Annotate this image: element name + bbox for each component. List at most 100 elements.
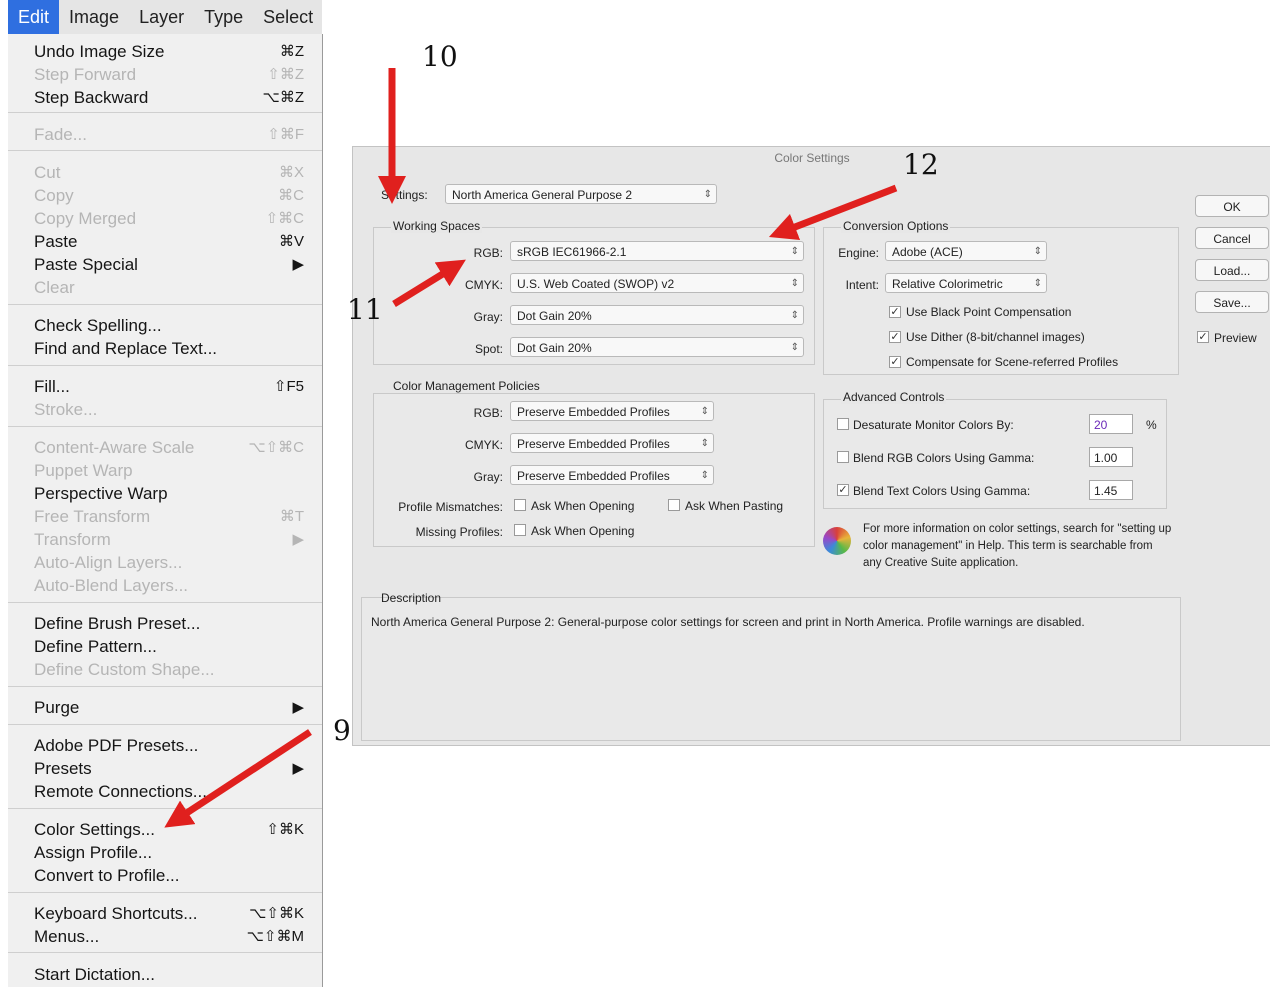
menu-item-label: Start Dictation... <box>34 965 155 984</box>
blend-text-checkbox[interactable]: ✓ <box>837 484 849 496</box>
menu-item-shortcut: ⌥⇧⌘K <box>249 905 304 922</box>
select-arrow-icon: ⇕ <box>790 246 799 257</box>
edit-menu-item[interactable]: Presets ▶ <box>34 757 314 780</box>
save-button[interactable]: Save... <box>1195 291 1269 313</box>
edit-menu-item[interactable]: Paste Special ▶ <box>34 253 314 276</box>
blend-rgb-input[interactable]: 1.00 <box>1089 447 1133 467</box>
menu-separator <box>8 602 322 603</box>
edit-menu-item[interactable]: Start Dictation... <box>34 963 314 986</box>
edit-menu-item[interactable]: Paste ⌘V <box>34 230 314 253</box>
menu-layer[interactable]: Layer <box>129 0 194 34</box>
menu-image[interactable]: Image <box>59 0 129 34</box>
edit-menu-item[interactable]: Step Backward ⌥⌘Z <box>34 86 314 109</box>
menu-item-label: Content-Aware Scale <box>34 438 195 457</box>
menu-item-shortcut: ⇧⌘Z <box>267 66 304 83</box>
policy-gray-select[interactable]: Preserve Embedded Profiles ⇕ <box>510 465 714 485</box>
menu-item-shortcut: ⌥⌘Z <box>262 89 304 106</box>
edit-menu-item[interactable]: Keyboard Shortcuts... ⌥⇧⌘K <box>34 902 314 925</box>
ask-pasting-label: Ask When Pasting <box>685 499 784 513</box>
menu-item-shortcut: ⌥⇧⌘M <box>246 928 304 945</box>
ask-opening-missing-label: Ask When Opening <box>531 524 635 538</box>
policies-title: Color Management Policies <box>391 379 542 393</box>
edit-menu-item[interactable]: Check Spelling... <box>34 314 314 337</box>
edit-menu-item: Transform ▶ <box>34 528 314 551</box>
menu-item-shortcut: ⌥⇧⌘C <box>248 439 304 456</box>
select-arrow-icon: ⇕ <box>790 310 799 321</box>
menu-select[interactable]: Select <box>253 0 323 34</box>
desaturate-checkbox[interactable] <box>837 418 849 430</box>
menu-item-label: Copy Merged <box>34 209 137 228</box>
ws-gray-select[interactable]: Dot Gain 20% ⇕ <box>510 305 804 325</box>
intent-select[interactable]: Relative Colorimetric ⇕ <box>885 273 1047 293</box>
edit-menu-item: Copy Merged ⇧⌘C <box>34 207 314 230</box>
edit-menu-item[interactable]: Menus... ⌥⇧⌘M <box>34 925 314 948</box>
policy-cmyk-select[interactable]: Preserve Embedded Profiles ⇕ <box>510 433 714 453</box>
menu-separator <box>8 724 322 725</box>
load-button[interactable]: Load... <box>1195 259 1269 281</box>
edit-menu-item[interactable]: Perspective Warp <box>34 482 314 505</box>
engine-value: Adobe (ACE) <box>892 245 963 259</box>
black-point-checkbox[interactable]: ✓ <box>889 306 901 318</box>
policy-cmyk-label: CMYK: <box>464 438 503 452</box>
blend-text-input[interactable]: 1.45 <box>1089 480 1133 500</box>
blend-rgb-checkbox[interactable] <box>837 451 849 463</box>
edit-menu-item[interactable]: Fill... ⇧F5 <box>34 375 314 398</box>
edit-menu-item[interactable]: Purge ▶ <box>34 696 314 719</box>
conversion-options-title: Conversion Options <box>841 219 951 233</box>
edit-menu-item[interactable]: Find and Replace Text... <box>34 337 314 360</box>
edit-menu-dropdown: Undo Image Size ⌘Z Step Forward ⇧⌘Z Step Bac… <box>8 34 323 987</box>
policy-rgb-label: RGB: <box>473 406 503 420</box>
menu-edit[interactable]: Edit <box>8 0 60 34</box>
edit-menu-item[interactable]: Define Pattern... <box>34 635 314 658</box>
ask-pasting-checkbox[interactable] <box>668 499 680 511</box>
menu-item-label: Paste Special <box>34 255 138 274</box>
menu-separator <box>8 686 322 687</box>
ws-spot-select[interactable]: Dot Gain 20% ⇕ <box>510 337 804 357</box>
edit-menu-item[interactable]: Remote Connections... <box>34 780 314 803</box>
edit-menu-item[interactable]: Undo Image Size ⌘Z <box>34 40 314 63</box>
ask-opening-missing-checkbox[interactable] <box>514 524 526 536</box>
preview-checkbox[interactable]: ✓ <box>1197 331 1209 343</box>
menu-item-label: Adobe PDF Presets... <box>34 736 199 755</box>
menu-type[interactable]: Type <box>194 0 253 34</box>
dither-checkbox[interactable]: ✓ <box>889 331 901 343</box>
menu-item-label: Presets <box>34 759 92 778</box>
menu-item-label: Find and Replace Text... <box>34 339 218 358</box>
ws-cmyk-value: U.S. Web Coated (SWOP) v2 <box>517 277 675 291</box>
ws-spot-label: Spot: <box>474 342 503 356</box>
desaturate-input[interactable]: 20 <box>1089 414 1133 434</box>
settings-select-value: North America General Purpose 2 <box>452 188 633 202</box>
callout-9: 9 <box>333 714 351 747</box>
select-arrow-icon: ⇕ <box>700 438 709 449</box>
ask-opening-checkbox[interactable] <box>514 499 526 511</box>
cancel-button[interactable]: Cancel <box>1195 227 1269 249</box>
ws-cmyk-label: CMYK: <box>464 278 503 292</box>
select-arrow-icon: ⇕ <box>1033 246 1042 257</box>
callout-11: 11 <box>347 293 383 326</box>
menubar: Edit Image Layer Type Select <box>8 0 322 35</box>
description-text: North America General Purpose 2: General… <box>371 615 1085 629</box>
ok-button[interactable]: OK <box>1195 195 1269 217</box>
menu-item-shortcut: ▶ <box>292 531 304 548</box>
edit-menu-item[interactable]: Adobe PDF Presets... <box>34 734 314 757</box>
ws-rgb-select[interactable]: sRGB IEC61966-2.1 ⇕ <box>510 241 804 261</box>
info-text: For more information on color settings, … <box>863 523 1172 569</box>
edit-menu-item[interactable]: Convert to Profile... <box>34 864 314 887</box>
menu-item-shortcut: ⌘X <box>278 164 304 181</box>
policy-rgb-select[interactable]: Preserve Embedded Profiles ⇕ <box>510 401 714 421</box>
dither-label: Use Dither (8-bit/channel images) <box>906 330 1085 344</box>
edit-menu-item[interactable]: Define Brush Preset... <box>34 612 314 635</box>
compensate-label: Compensate for Scene-referred Profiles <box>906 355 1119 369</box>
ws-cmyk-select[interactable]: U.S. Web Coated (SWOP) v2 ⇕ <box>510 273 804 293</box>
menu-item-shortcut: ⇧⌘C <box>265 210 304 227</box>
edit-menu-item[interactable]: Assign Profile... <box>34 841 314 864</box>
edit-menu-item: Cut ⌘X <box>34 161 314 184</box>
policy-rgb-value: Preserve Embedded Profiles <box>517 405 670 419</box>
menu-item-label: Auto-Align Layers... <box>34 553 183 572</box>
menu-item-label: Assign Profile... <box>34 843 153 862</box>
engine-select[interactable]: Adobe (ACE) ⇕ <box>885 241 1047 261</box>
compensate-checkbox[interactable]: ✓ <box>889 356 901 368</box>
settings-select[interactable]: North America General Purpose 2 ⇕ <box>445 184 717 204</box>
edit-menu-item[interactable]: Color Settings... ⇧⌘K <box>34 818 314 841</box>
menu-item-label: Free Transform <box>34 507 151 526</box>
